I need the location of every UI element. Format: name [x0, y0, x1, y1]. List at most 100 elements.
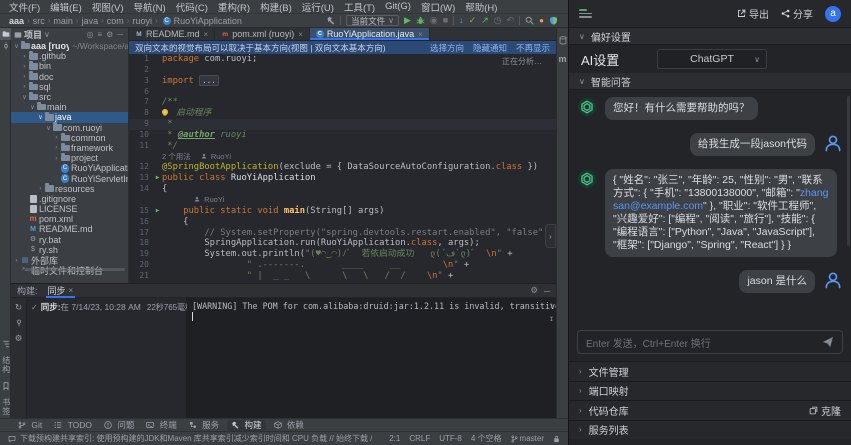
tree-item-project[interactable]: ›project: [11, 153, 128, 163]
model-select[interactable]: ChatGPT ∨: [657, 49, 767, 69]
locate-file-icon[interactable]: ◎: [87, 30, 94, 39]
tree-item-sql[interactable]: ›sql: [11, 82, 128, 92]
close-icon[interactable]: ×: [298, 30, 303, 39]
banner-action-dont-show[interactable]: 不再显示: [516, 42, 550, 54]
section-代码仓库[interactable]: ›代码仓库 克隆: [569, 400, 851, 420]
menu-item-重构(R)[interactable]: 重构(R): [213, 0, 255, 14]
project-panel-title[interactable]: 项目: [24, 28, 42, 41]
menu-item-构建(B)[interactable]: 构建(B): [255, 0, 297, 14]
chat-scrollbar[interactable]: [847, 96, 850, 246]
tab-pom.xml (ruoyi)[interactable]: mpom.xml (ruoyi)×: [215, 28, 310, 40]
toolwindow-button-终端[interactable]: 终端: [142, 420, 180, 431]
lock-icon[interactable]: [553, 435, 560, 443]
status-message[interactable]: 下载预构建共享索引: 使用预构建的JDK和Maven 库共享索引减少索引时间和 …: [20, 433, 372, 444]
run-line-icon[interactable]: ▶: [153, 173, 162, 184]
menu-item-工具(T)[interactable]: 工具(T): [339, 0, 380, 14]
chevron-down-icon[interactable]: ∨: [44, 30, 50, 39]
breadcrumb-item[interactable]: src: [33, 16, 45, 26]
folded-code-chip[interactable]: ...: [199, 75, 219, 86]
banner-action-hide-notification[interactable]: 隐藏通知: [473, 42, 507, 54]
sync-tab[interactable]: 同步 ×: [46, 284, 76, 298]
chat-input[interactable]: Enter 发送，Ctrl+Enter 换行: [577, 330, 843, 354]
toolwindow-button-服务[interactable]: 服务: [185, 420, 223, 431]
breadcrumb-item[interactable]: java: [82, 16, 99, 26]
task-list-icon[interactable]: [579, 9, 592, 18]
structure-tool-icon[interactable]: [0, 338, 11, 350]
author-hint[interactable]: RuoYi: [201, 152, 231, 163]
caret-position[interactable]: 2:1: [389, 434, 400, 443]
profile-shield-icon[interactable]: [549, 16, 558, 25]
section-文件管理[interactable]: ›文件管理: [569, 361, 851, 381]
settings-gear-icon[interactable]: ⚙: [530, 285, 538, 296]
banner-action-choose-direction[interactable]: 选择方向: [430, 42, 464, 54]
tree-item-src[interactable]: ∨src: [11, 92, 128, 102]
menu-item-运行(U)[interactable]: 运行(U): [297, 0, 339, 14]
clone-button[interactable]: 克隆: [809, 403, 841, 418]
breadcrumb-item[interactable]: RuoYiApplication: [174, 16, 242, 26]
tree-item-bin[interactable]: ›bin: [11, 61, 128, 71]
run-button[interactable]: ▶: [404, 16, 411, 25]
tree-item-java[interactable]: ∨java: [11, 112, 128, 122]
tree-item-framework[interactable]: ›framework: [11, 143, 128, 153]
close-icon[interactable]: ×: [204, 30, 209, 39]
tab-README.md[interactable]: MREADME.md×: [129, 28, 215, 40]
tree-item-common[interactable]: ›common: [11, 133, 128, 143]
menu-item-文件(F)[interactable]: 文件(F): [4, 0, 45, 14]
tree-item-RuoYiApplication[interactable]: CRuoYiApplication: [11, 163, 128, 173]
notifications-icon[interactable]: ●: [539, 17, 544, 25]
project-tool-icon[interactable]: [0, 28, 11, 40]
pin-icon[interactable]: [15, 319, 23, 327]
tree-item-ry.sh[interactable]: $ry.sh: [11, 245, 128, 255]
code-editor[interactable]: 1package com.ruoyi;23import ...67/**8 启动…: [129, 54, 556, 283]
search-everywhere-icon[interactable]: [525, 16, 534, 25]
tree-item-com.ruoyi[interactable]: ∨com.ruoyi: [11, 123, 128, 133]
breadcrumb-item[interactable]: com: [107, 16, 124, 26]
run-line-icon[interactable]: ▶: [153, 206, 162, 217]
status-bubble-icon[interactable]: [8, 435, 16, 443]
menu-item-代码(C)[interactable]: 代码(C): [171, 0, 213, 14]
close-icon[interactable]: ×: [418, 30, 423, 39]
breadcrumb-item[interactable]: ruoyi: [132, 16, 152, 26]
git-update-button[interactable]: ↓: [459, 16, 464, 25]
menu-item-Git(G)[interactable]: Git(G): [380, 1, 416, 12]
scroll-to-end-icon[interactable]: ↧: [549, 314, 554, 323]
close-icon[interactable]: ×: [69, 286, 74, 295]
author-hint[interactable]: RuoYi: [194, 195, 224, 206]
intention-bulb-icon[interactable]: [162, 109, 168, 115]
usages-hint[interactable]: 2 个用法: [162, 152, 191, 161]
user-account-avatar[interactable]: a: [825, 6, 841, 22]
indent-setting[interactable]: 4 个空格: [471, 433, 502, 444]
tree-item-README.md[interactable]: MREADME.md: [11, 224, 128, 234]
run-config-select[interactable]: 当前文件 ∨: [346, 15, 399, 26]
settings-gear-icon[interactable]: ⚙: [106, 30, 113, 39]
toolwindow-button-依赖[interactable]: 依赖: [270, 420, 308, 431]
tree-item-doc[interactable]: ›doc: [11, 72, 128, 82]
tree-item-ry.bat[interactable]: ⚙ry.bat: [11, 235, 128, 245]
menu-item-窗口(W)[interactable]: 窗口(W): [416, 0, 460, 14]
tree-item-aaa [ruoyi][interactable]: ∨aaa [ruoyi]~/Workspace/aaa: [11, 41, 128, 51]
git-branch[interactable]: master: [511, 434, 544, 443]
bookmarks-tool-icon[interactable]: [0, 380, 11, 392]
stop-button[interactable]: ■: [443, 16, 448, 25]
send-icon[interactable]: [822, 336, 834, 348]
build-console[interactable]: [WARNING] The POM for com.alibaba:druid:…: [187, 298, 556, 418]
file-encoding[interactable]: UTF-8: [439, 434, 462, 443]
line-separator[interactable]: CRLF: [409, 434, 430, 443]
toolwindow-button-构建[interactable]: 构建: [227, 420, 265, 431]
export-button[interactable]: 导出: [737, 6, 769, 21]
collapse-all-icon[interactable]: ≡: [97, 30, 102, 39]
git-push-button[interactable]: ↗: [481, 16, 489, 25]
tree-item-RuoYiServletInitiali[interactable]: CRuoYiServletInitiali: [11, 173, 128, 183]
tree-item-.gitignore[interactable]: .gitignore: [11, 194, 128, 204]
panel-expand-chevron[interactable]: ›: [545, 224, 556, 248]
menu-item-导航(N)[interactable]: 导航(N): [128, 0, 170, 14]
profiler-button[interactable]: ◉: [430, 16, 438, 25]
breadcrumb-item[interactable]: main: [53, 16, 73, 26]
git-commit-button[interactable]: ✓: [469, 16, 477, 25]
tree-item-main[interactable]: ∨main: [11, 102, 128, 112]
menu-item-编辑(E)[interactable]: 编辑(E): [45, 0, 87, 14]
hammer-build-icon[interactable]: [326, 16, 335, 25]
hide-panel-icon[interactable]: ─: [117, 30, 123, 39]
tree-item-.github[interactable]: ›.github: [11, 51, 128, 61]
sync-status-row[interactable]: ✓ 同步: 在 7/14/23, 10:28 AM 22秒765毫秒: [31, 301, 182, 313]
